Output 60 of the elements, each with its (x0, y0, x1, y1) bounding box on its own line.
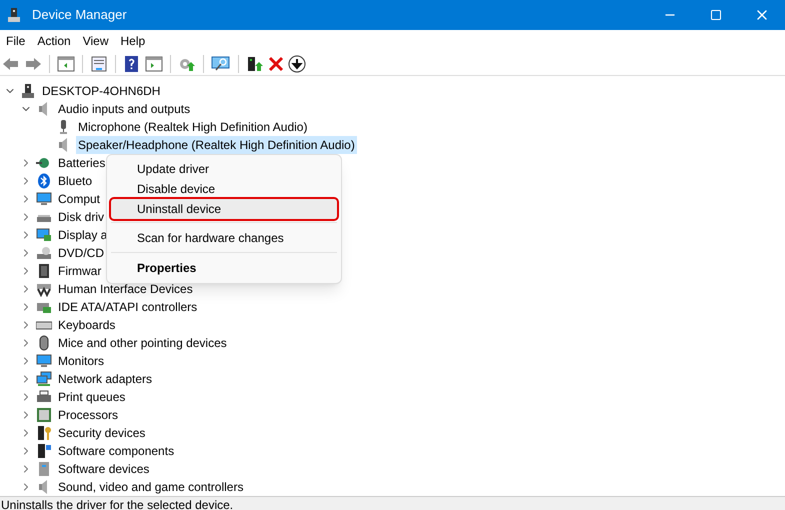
tree-item[interactable]: Network adapters (56, 370, 154, 388)
tree-item[interactable]: Processors (56, 406, 120, 424)
forward-icon[interactable] (24, 56, 42, 72)
menu-item[interactable]: Action (32, 32, 76, 50)
monitor-icon (36, 353, 52, 369)
enable-device-icon[interactable] (246, 56, 264, 72)
tree-item[interactable]: Sound, video and game controllers (56, 478, 246, 496)
software-component-icon (36, 443, 52, 459)
maximize-icon (710, 9, 722, 21)
properties-icon[interactable] (90, 56, 108, 72)
menu-item[interactable]: Help (116, 32, 150, 50)
menu-item[interactable]: View (78, 32, 114, 50)
bluetooth-icon (36, 173, 52, 189)
monitor-icon (36, 191, 52, 207)
input-device-icon (36, 281, 52, 297)
back-icon[interactable] (2, 56, 20, 72)
tree-item[interactable]: Microphone (Realtek High Definition Audio) (76, 118, 310, 136)
tree-item[interactable]: Keyboards (56, 316, 118, 334)
security-device-icon (36, 425, 52, 441)
tree-item[interactable]: Disk driv (56, 208, 106, 226)
tree-item[interactable]: DVD/CD (56, 244, 106, 262)
battery-icon (36, 155, 52, 171)
console-tree-icon[interactable] (57, 56, 75, 72)
processor-icon (36, 407, 52, 423)
tree-item[interactable]: IDE ATA/ATAPI controllers (56, 298, 200, 316)
context-menu-item[interactable]: Properties (111, 252, 337, 279)
tree-item[interactable]: Software devices (56, 460, 152, 478)
printer-icon (36, 389, 52, 405)
tree-item[interactable]: Print queues (56, 388, 128, 406)
context-menu-item[interactable]: Update driver (111, 159, 337, 179)
help-icon[interactable] (123, 56, 141, 72)
app-icon (6, 7, 22, 23)
tree-item[interactable]: Human Interface Devices (56, 280, 195, 298)
menu-item[interactable]: File (1, 32, 30, 50)
tree-item[interactable]: Speaker/Headphone (Realtek High Definition Audio) (76, 136, 357, 154)
tree-item[interactable]: Software components (56, 442, 176, 460)
status-text: Uninstalls the driver for the selected device. (1, 497, 234, 510)
action-pane-icon[interactable] (145, 56, 163, 72)
tree-item[interactable]: Mice and other pointing devices (56, 334, 229, 352)
computer-icon (20, 83, 36, 99)
tree-item[interactable]: Firmwar (56, 262, 104, 280)
tree-item[interactable]: Monitors (56, 352, 106, 370)
network-icon (36, 371, 52, 387)
scan-monitor-icon[interactable] (211, 56, 231, 72)
download-icon[interactable] (288, 54, 306, 72)
software-device-icon (36, 461, 52, 477)
display-adapter-icon (36, 227, 52, 243)
context-menu-item[interactable]: Scan for hardware changes (111, 222, 337, 249)
tree-item[interactable]: Blueto (56, 172, 94, 190)
tree-item[interactable]: DESKTOP-4OHN6DH (40, 82, 162, 100)
context-menu-item[interactable]: Uninstall device (111, 199, 337, 219)
window-title: Device Manager (32, 6, 127, 24)
tree-item[interactable]: Batteries (56, 154, 108, 172)
tree-item[interactable]: Security devices (56, 424, 148, 442)
optical-drive-icon (36, 245, 52, 261)
tree-item[interactable]: Comput (56, 190, 102, 208)
chip-icon (36, 263, 52, 279)
tree-item[interactable]: Audio inputs and outputs (56, 100, 192, 118)
context-menu-item[interactable]: Disable device (111, 179, 337, 199)
uninstall-icon[interactable] (268, 56, 284, 72)
